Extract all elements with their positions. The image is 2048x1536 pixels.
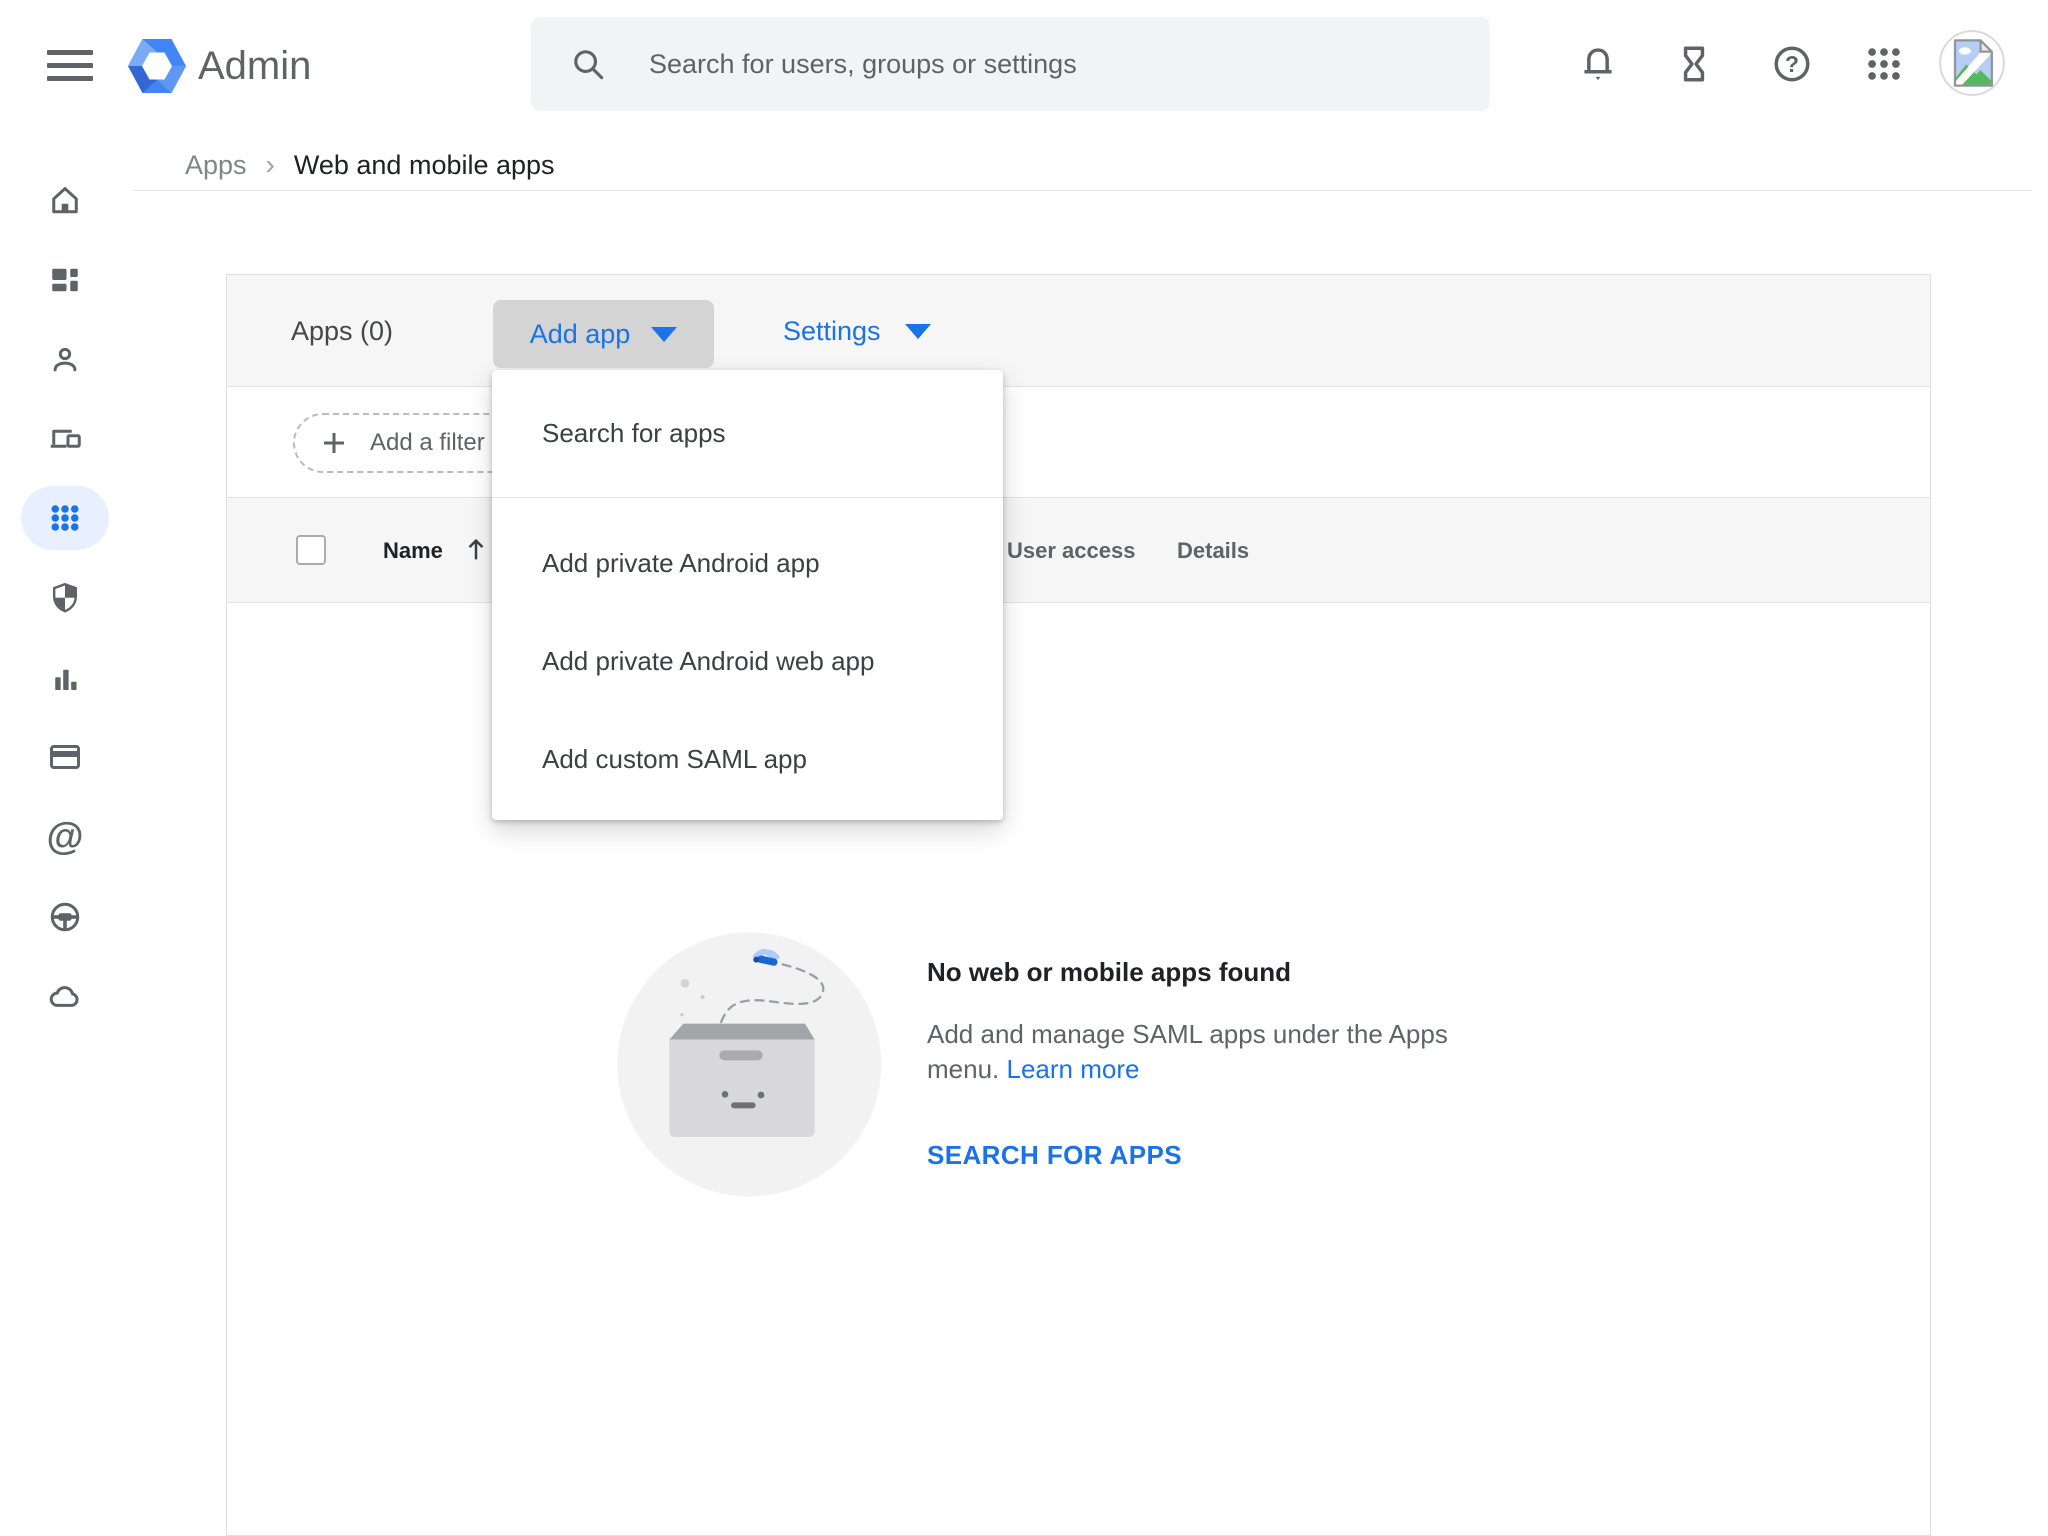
- table-header-row: Name User access Details: [227, 498, 1930, 603]
- account-avatar[interactable]: [1938, 29, 2006, 97]
- chevron-down-icon: [905, 324, 931, 339]
- person-icon: [47, 342, 83, 378]
- notifications-button[interactable]: [1572, 38, 1624, 90]
- devices-icon: [47, 420, 83, 456]
- add-app-menu: Search for apps Add private Android app …: [492, 370, 1003, 820]
- help-button[interactable]: ?: [1766, 38, 1818, 90]
- sidebar-item-storage[interactable]: [33, 965, 97, 1029]
- column-header-user-access: User access: [1007, 498, 1135, 603]
- menu-item-add-custom-saml-app[interactable]: Add custom SAML app: [492, 710, 1003, 808]
- svg-text:?: ?: [1785, 51, 1799, 77]
- sidebar-item-directory[interactable]: [33, 328, 97, 392]
- sidebar-item-security[interactable]: [33, 566, 97, 630]
- filter-bar: Add a filter: [227, 387, 1930, 498]
- menu-item-search-for-apps[interactable]: Search for apps: [492, 370, 1003, 497]
- card-toolbar: Apps (0) Add app Settings: [227, 275, 1930, 387]
- tasks-button[interactable]: [1668, 38, 1720, 90]
- broken-image-icon: [1938, 29, 2006, 97]
- menu-item-add-private-android-app[interactable]: Add private Android app: [492, 514, 1003, 612]
- sidebar-item-billing[interactable]: [33, 725, 97, 789]
- main-menu-button[interactable]: [40, 36, 102, 94]
- admin-console: Admin ?: [0, 0, 2048, 1536]
- learn-more-link[interactable]: Learn more: [1007, 1054, 1140, 1084]
- admin-logo[interactable]: Admin: [128, 37, 311, 95]
- apps-icon: [47, 500, 83, 536]
- page-title: Web and mobile apps: [294, 150, 555, 181]
- sidebar-item-rules[interactable]: [33, 885, 97, 949]
- bar-chart-icon: [47, 660, 83, 696]
- at-icon: @: [46, 819, 83, 855]
- breadcrumb: Apps › Web and mobile apps: [185, 143, 555, 187]
- select-all-checkbox[interactable]: [296, 535, 326, 565]
- global-search[interactable]: [531, 17, 1490, 111]
- search-for-apps-link[interactable]: SEARCH FOR APPS: [927, 1140, 1182, 1171]
- breadcrumb-apps-link[interactable]: Apps: [185, 150, 247, 181]
- header-divider: [133, 190, 2032, 191]
- product-name: Admin: [198, 44, 311, 89]
- bell-icon: [1576, 42, 1620, 86]
- chevron-down-icon: [651, 327, 677, 342]
- menu-item-add-private-android-web-app[interactable]: Add private Android web app: [492, 612, 1003, 710]
- sidebar-item-account[interactable]: @: [33, 805, 97, 869]
- empty-state-title: No web or mobile apps found: [927, 957, 1291, 988]
- cloud-icon: [47, 979, 83, 1015]
- apps-grid-icon: [1862, 42, 1906, 86]
- help-icon: ?: [1770, 42, 1814, 86]
- apps-list-card: Apps (0) Add app Settings Add a filter N…: [226, 274, 1931, 1536]
- search-icon: [569, 45, 607, 83]
- google-apps-button[interactable]: [1858, 38, 1910, 90]
- credit-card-icon: [47, 739, 83, 775]
- column-header-details: Details: [1177, 498, 1249, 603]
- steering-wheel-icon: [47, 899, 83, 935]
- home-icon: [47, 182, 83, 218]
- sidebar-item-devices[interactable]: [33, 406, 97, 470]
- sidebar-item-dashboard[interactable]: [33, 248, 97, 312]
- sort-ascending-icon[interactable]: [461, 535, 491, 565]
- menu-group: Add private Android app Add private Andr…: [492, 498, 1003, 820]
- sidebar-item-home[interactable]: [33, 168, 97, 232]
- empty-box-illustration: [601, 901, 901, 1221]
- search-input[interactable]: [607, 17, 1490, 111]
- hamburger-icon: [47, 50, 93, 55]
- admin-hexagon-icon: [128, 37, 186, 95]
- dashboard-icon: [47, 262, 83, 298]
- add-app-button[interactable]: Add app: [493, 300, 714, 368]
- plus-icon: [319, 428, 349, 458]
- sidebar-item-apps[interactable]: [33, 486, 97, 550]
- shield-icon: [47, 580, 83, 616]
- column-header-name[interactable]: Name: [383, 498, 443, 603]
- hourglass-icon: [1672, 42, 1716, 86]
- breadcrumb-separator-icon: ›: [266, 149, 275, 181]
- empty-state-description: Add and manage SAML apps under the Apps …: [927, 1017, 1493, 1087]
- sidebar-item-reporting[interactable]: [33, 646, 97, 710]
- apps-count-title: Apps (0): [291, 275, 393, 387]
